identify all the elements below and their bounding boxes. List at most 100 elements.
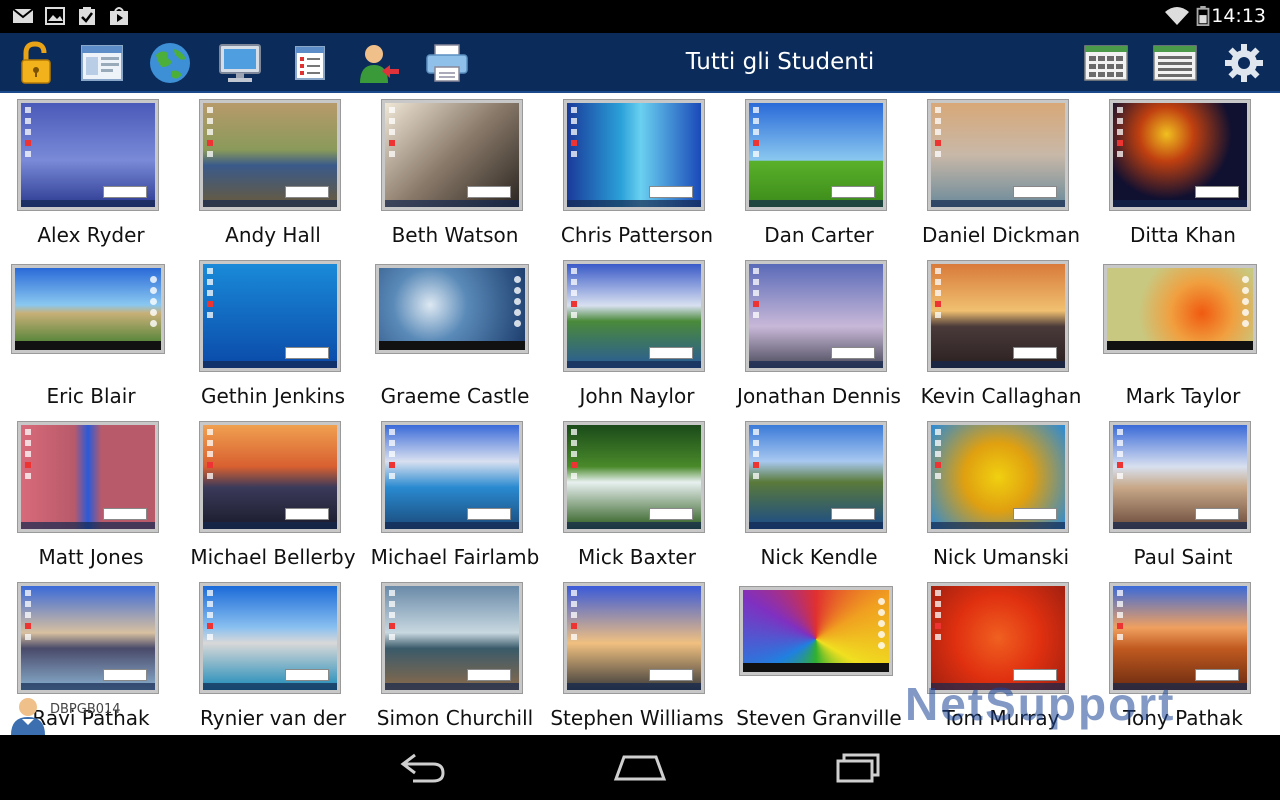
- student-name: Michael Bellerby: [190, 545, 356, 569]
- globe-icon[interactable]: [148, 41, 192, 85]
- student-screen-thumbnail[interactable]: [564, 100, 704, 210]
- student-screen-thumbnail[interactable]: [564, 261, 704, 371]
- user-remove-icon[interactable]: [356, 41, 400, 85]
- student-name: Michael Fairlamb: [370, 545, 540, 569]
- student-screen-thumbnail[interactable]: [382, 422, 522, 532]
- monitor-icon[interactable]: [218, 41, 262, 85]
- wifi-icon: [1165, 7, 1189, 25]
- student-screen-thumbnail[interactable]: [928, 583, 1068, 693]
- clipboard-check-icon: [79, 7, 95, 25]
- student-screen-thumbnail[interactable]: [928, 261, 1068, 371]
- student-screen-thumbnail[interactable]: [18, 422, 158, 532]
- student-screen-thumbnail[interactable]: [382, 583, 522, 693]
- student-tile[interactable]: Rynier van der: [182, 576, 364, 735]
- student-tile[interactable]: Simon Churchill: [364, 576, 546, 735]
- student-tile[interactable]: Paul Saint: [1092, 415, 1274, 576]
- student-tile[interactable]: Alex Ryder: [0, 93, 182, 254]
- student-screen-thumbnail[interactable]: [12, 265, 164, 353]
- student-screen-thumbnail[interactable]: [746, 100, 886, 210]
- student-tile[interactable]: Daniel Dickman: [910, 93, 1092, 254]
- student-screen-thumbnail[interactable]: [928, 422, 1068, 532]
- battery-icon: [1196, 6, 1210, 26]
- student-tile[interactable]: Nick Umanski: [910, 415, 1092, 576]
- student-tile[interactable]: Jonathan Dennis: [728, 254, 910, 415]
- back-icon[interactable]: [393, 749, 453, 785]
- student-screen-thumbnail[interactable]: [746, 422, 886, 532]
- student-name: Chris Patterson: [560, 223, 714, 247]
- recent-apps-icon[interactable]: [828, 749, 888, 785]
- play-store-icon: [110, 7, 128, 25]
- student-name: Gethin Jenkins: [200, 384, 346, 408]
- watermark-text: NetSupport: [905, 680, 1175, 730]
- student-tile[interactable]: Mark Taylor: [1092, 254, 1274, 415]
- student-screen-thumbnail[interactable]: [1110, 100, 1250, 210]
- student-tile[interactable]: Michael Bellerby: [182, 415, 364, 576]
- student-name: Simon Churchill: [376, 706, 534, 730]
- student-tile[interactable]: Kevin Callaghan: [910, 254, 1092, 415]
- student-grid: Tony Pathak Tom Murray Steven Granville Ste…: [0, 93, 1280, 735]
- system-navigation-bar: [0, 735, 1280, 800]
- student-screen-thumbnail[interactable]: [200, 583, 340, 693]
- grid-view-icon[interactable]: [1084, 41, 1128, 85]
- student-screen-thumbnail[interactable]: [382, 100, 522, 210]
- student-name: Nick Umanski: [932, 545, 1070, 569]
- student-tile[interactable]: Andy Hall: [182, 93, 364, 254]
- student-name: Steven Granville: [736, 706, 902, 730]
- student-name: Rynier van der: [199, 706, 347, 730]
- browser-window-icon[interactable]: [80, 41, 124, 85]
- student-tile[interactable]: Gethin Jenkins: [182, 254, 364, 415]
- student-screen-thumbnail[interactable]: [200, 261, 340, 371]
- student-tile[interactable]: Graeme Castle: [364, 254, 546, 415]
- status-bar: 14:13: [0, 0, 1280, 33]
- student-tile[interactable]: Dan Carter: [728, 93, 910, 254]
- student-name: Kevin Callaghan: [920, 384, 1082, 408]
- home-icon[interactable]: [610, 749, 670, 785]
- student-tile[interactable]: Chris Patterson: [546, 93, 728, 254]
- student-tile[interactable]: Beth Watson: [364, 93, 546, 254]
- student-screen-thumbnail[interactable]: [928, 100, 1068, 210]
- student-name: Nick Kendle: [760, 545, 878, 569]
- student-tile[interactable]: Nick Kendle: [728, 415, 910, 576]
- student-screen-thumbnail[interactable]: [1110, 583, 1250, 693]
- student-screen-thumbnail[interactable]: [376, 265, 528, 353]
- student-name: Beth Watson: [391, 223, 519, 247]
- student-screen-thumbnail[interactable]: [18, 583, 158, 693]
- student-tile[interactable]: Matt Jones: [0, 415, 182, 576]
- student-tile[interactable]: Ditta Khan: [1092, 93, 1274, 254]
- student-name: John Naylor: [579, 384, 695, 408]
- computer-label: DBPGB014: [50, 702, 121, 717]
- student-name: Stephen Williams: [550, 706, 724, 730]
- student-screen-thumbnail[interactable]: [1104, 265, 1256, 353]
- student-tile[interactable]: Michael Fairlamb: [364, 415, 546, 576]
- student-screen-thumbnail[interactable]: [18, 100, 158, 210]
- student-screen-thumbnail[interactable]: [564, 583, 704, 693]
- student-name: Ditta Khan: [1130, 223, 1236, 247]
- student-screen-thumbnail[interactable]: [740, 587, 892, 675]
- printer-icon[interactable]: [425, 41, 469, 85]
- student-tile[interactable]: Stephen Williams: [546, 576, 728, 735]
- student-name: Mick Baxter: [578, 545, 696, 569]
- student-name: Alex Ryder: [37, 223, 145, 247]
- student-name: Eric Blair: [46, 384, 136, 408]
- student-screen-thumbnail[interactable]: [564, 422, 704, 532]
- student-name: Graeme Castle: [380, 384, 530, 408]
- student-screen-thumbnail[interactable]: [200, 422, 340, 532]
- page-title: Tutti gli Studenti: [685, 49, 875, 75]
- student-tile[interactable]: Eric Blair: [0, 254, 182, 415]
- student-name: Jonathan Dennis: [737, 384, 901, 408]
- status-time: 14:13: [1211, 5, 1266, 27]
- lock-icon[interactable]: [14, 41, 58, 85]
- student-tile[interactable]: John Naylor: [546, 254, 728, 415]
- student-name: Dan Carter: [764, 223, 874, 247]
- checklist-icon[interactable]: [288, 41, 332, 85]
- student-tile[interactable]: Mick Baxter: [546, 415, 728, 576]
- settings-gear-icon[interactable]: [1222, 41, 1266, 85]
- student-screen-thumbnail[interactable]: [200, 100, 340, 210]
- student-name: Paul Saint: [1133, 545, 1233, 569]
- user-avatar-icon: [11, 698, 45, 735]
- list-view-icon[interactable]: [1153, 41, 1197, 85]
- gallery-icon: [45, 7, 65, 25]
- student-screen-thumbnail[interactable]: [746, 261, 886, 371]
- student-screen-thumbnail[interactable]: [1110, 422, 1250, 532]
- student-tile[interactable]: Steven Granville: [728, 576, 910, 735]
